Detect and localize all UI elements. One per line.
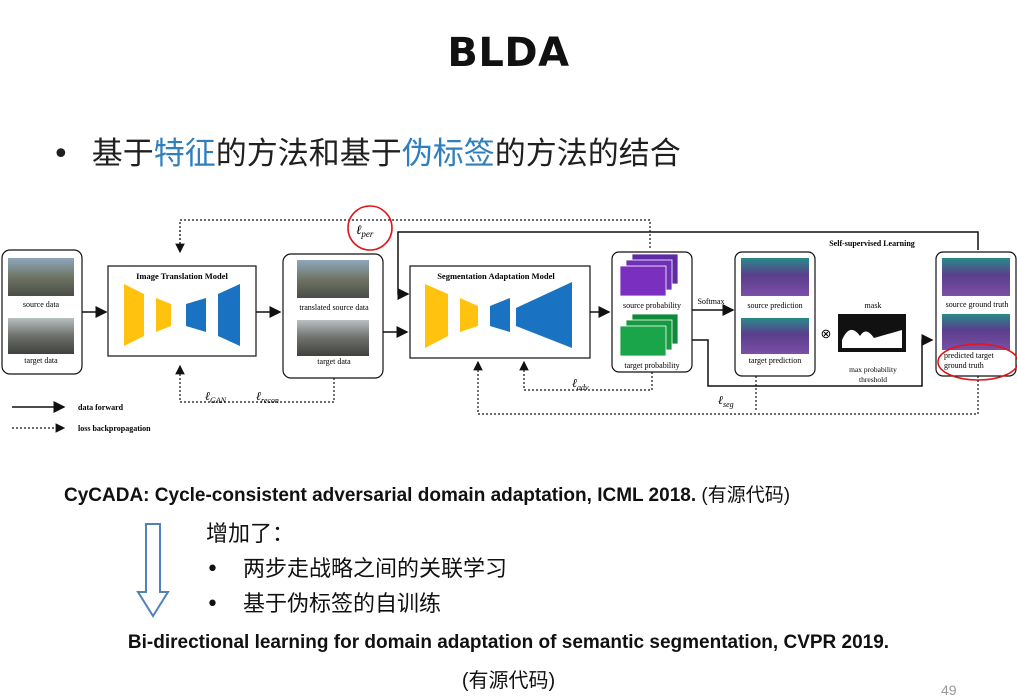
multiply-operator: ⊗ [821,326,832,341]
added-item-text: 两步走战略之间的关联学习 [242,557,507,582]
bullet-dot: • [52,137,70,172]
label-max-probability: max probability [849,365,897,374]
bullet-part: 的方法的结合 [494,136,681,172]
bullet-part: 的方法和基于 [215,136,402,172]
label-mask: mask [865,301,882,310]
label-image-translation-model: Image Translation Model [136,271,228,281]
label-predicted-target: predicted target [944,351,995,360]
label-source-ground-truth: source ground truth [946,300,1009,309]
main-bullet: • 基于特征的方法和基于伪标签的方法的结合 [52,128,681,173]
label-softmax: Softmax [697,297,724,306]
label-source-prediction: source prediction [747,301,802,310]
added-item: • 两步走战略之间的关联学习 [206,551,507,583]
target-image [8,318,74,354]
source-prediction-image [741,258,809,296]
loss-gan: ℓGAN [205,389,227,405]
translated-target-image [297,320,369,356]
slide-title: BLDA [447,30,570,76]
bullet-dot: • [206,592,219,617]
label-segmentation-adaptation-model: Segmentation Adaptation Model [437,271,555,281]
down-arrow-icon [136,523,170,618]
label-translated-source-data: translated source data [299,303,369,312]
translated-source-image [297,260,369,298]
blda-pipeline-diagram: source data target data Image Translatio… [1,205,1017,433]
paper-bdl-source: (有源代码) [461,670,556,692]
bullet-highlight-pseudo-label: 伪标签 [401,136,495,172]
loss-per: ℓper [356,222,374,239]
bullet-part: 基于 [91,136,154,172]
added-item-text: 基于伪标签的自训练 [242,592,441,617]
label-threshold: threshold [859,375,887,384]
loss-seg: ℓseg [718,393,734,409]
target-probability-maps [619,325,667,357]
paper-cycada-title: CyCADA: Cycle-consistent adversarial dom… [64,485,697,506]
legend-loss-backpropagation: loss backpropagation [78,424,151,433]
bullet-highlight-feature: 特征 [153,136,216,172]
paper-bdl-title: Bi-directional learning for domain adapt… [127,632,890,653]
label-source-probability: source probability [623,301,681,310]
encoder-block [156,298,171,332]
added-item: • 基于伪标签的自训练 [206,586,441,618]
label-target-data-2: target data [317,357,351,366]
source-ground-truth-image [942,258,1010,296]
paper-cycada-source: (有源代码) [701,485,791,506]
bullet-dot: • [206,557,219,582]
source-probability-maps [619,265,667,297]
label-ground-truth: ground truth [944,361,984,370]
label-target-prediction: target prediction [749,356,802,365]
decoder-block [186,298,206,332]
loss-adv: ℓadv [572,376,589,392]
label-source-data: source data [23,300,60,309]
added-heading: 增加了： [206,522,295,547]
label-target-probability: target probability [624,361,679,370]
label-target-data: target data [24,356,58,365]
decoder-block [218,284,240,346]
label-self-supervised-learning: Self-supervised Learning [829,239,915,248]
loss-recon: ℓrecon [256,389,279,405]
target-prediction-image [741,318,809,354]
source-image [8,258,74,296]
legend-data-forward: data forward [78,403,124,412]
red-annotation-circle-per [347,205,393,251]
paper-cycada: CyCADA: Cycle-consistent adversarial dom… [64,480,790,507]
page-number: 49 [941,682,957,698]
encoder-block [124,284,144,346]
